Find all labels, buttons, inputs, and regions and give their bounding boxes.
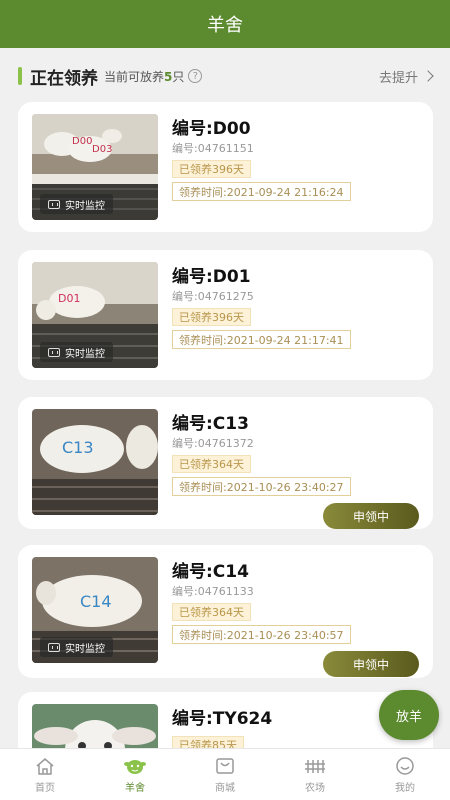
sheep-photo-image: C13 bbox=[32, 409, 158, 515]
sheep-code: 编号:04761275 bbox=[172, 290, 254, 303]
adopted-time: 领养时间:2021-10-26 23:40:27 bbox=[172, 477, 351, 496]
svg-text:D01: D01 bbox=[58, 292, 80, 305]
top-bar: 羊舍 bbox=[0, 0, 450, 48]
section-title: 正在领养 bbox=[30, 68, 98, 89]
question-circle-icon[interactable]: ? bbox=[188, 69, 203, 83]
camera-icon bbox=[48, 199, 60, 209]
sheep-code: 编号:04761372 bbox=[172, 437, 254, 450]
section-accent-bar bbox=[18, 67, 22, 85]
sheep-id: 编号:D01 bbox=[172, 267, 251, 287]
sheep-id: 编号:C14 bbox=[172, 562, 249, 582]
sheep-icon bbox=[124, 756, 146, 776]
tab-mine[interactable]: 我的 bbox=[360, 749, 450, 800]
sheep-code: 编号:04761133 bbox=[172, 585, 254, 598]
sheep-code: 编号:04761151 bbox=[172, 142, 254, 155]
page-title: 羊舍 bbox=[207, 15, 243, 36]
adopted-time: 领养时间:2021-10-26 23:40:57 bbox=[172, 625, 351, 644]
profile-icon bbox=[394, 756, 416, 776]
svg-text:D00: D00 bbox=[72, 136, 92, 147]
sheep-photo[interactable]: D00 D03 实时监控 bbox=[32, 114, 158, 220]
sheep-photo[interactable]: D01 实时监控 bbox=[32, 262, 158, 368]
camera-icon bbox=[48, 347, 60, 357]
chevron-right-icon bbox=[422, 70, 434, 82]
release-sheep-button[interactable]: 放羊 bbox=[379, 690, 439, 740]
live-monitor-button[interactable]: 实时监控 bbox=[40, 637, 113, 657]
live-monitor-button[interactable]: 实时监控 bbox=[40, 342, 113, 362]
adopted-time: 领养时间:2021-09-24 21:16:24 bbox=[172, 182, 351, 201]
capacity-hint: 当前可放养5只 bbox=[104, 69, 185, 84]
sheep-id: 编号:D00 bbox=[172, 119, 251, 139]
adopted-time: 领养时间:2021-09-24 21:17:41 bbox=[172, 330, 351, 349]
svg-text:C14: C14 bbox=[80, 592, 112, 611]
adopted-days-badge: 已领养364天 bbox=[172, 455, 251, 473]
sheep-card[interactable]: C13 编号:C13 编号:04761372 已领养364天 领养时间:2021… bbox=[18, 397, 433, 529]
tab-sheepfold[interactable]: 羊舍 bbox=[90, 749, 180, 800]
svg-text:D03: D03 bbox=[92, 144, 112, 155]
shop-icon bbox=[214, 756, 236, 776]
applying-button[interactable]: 申领中 bbox=[323, 503, 419, 529]
sheep-id: 编号:C13 bbox=[172, 414, 249, 434]
upgrade-link[interactable]: 去提升 bbox=[379, 67, 434, 86]
tab-farm[interactable]: 农场 bbox=[270, 749, 360, 800]
adopted-days-badge: 已领养396天 bbox=[172, 160, 251, 178]
adopting-header: 正在领养 当前可放养5只 ? 去提升 bbox=[0, 58, 450, 94]
sheep-id: 编号:TY624 bbox=[172, 709, 273, 729]
sheep-card[interactable]: D01 实时监控 编号:D01 编号:04761275 已领养396天 领养时间… bbox=[18, 250, 433, 380]
home-icon bbox=[34, 756, 56, 776]
sheep-photo[interactable]: C14 实时监控 bbox=[32, 557, 158, 663]
tab-home[interactable]: 首页 bbox=[0, 749, 90, 800]
live-monitor-button[interactable]: 实时监控 bbox=[40, 194, 113, 214]
farm-icon bbox=[304, 756, 326, 776]
svg-text:C13: C13 bbox=[62, 438, 94, 457]
applying-button[interactable]: 申领中 bbox=[323, 651, 419, 677]
adopted-days-badge: 已领养396天 bbox=[172, 308, 251, 326]
bottom-tab-bar: 首页 羊舍 商城 农场 我的 bbox=[0, 748, 450, 800]
adopted-days-badge: 已领养364天 bbox=[172, 603, 251, 621]
sheep-card[interactable]: D00 D03 实时监控 编号:D00 编号:04761151 已领养396天 … bbox=[18, 102, 433, 232]
camera-icon bbox=[48, 642, 60, 652]
sheep-card[interactable]: C14 实时监控 编号:C14 编号:04761133 已领养364天 领养时间… bbox=[18, 545, 433, 678]
tab-shop[interactable]: 商城 bbox=[180, 749, 270, 800]
sheep-photo[interactable]: C13 bbox=[32, 409, 158, 515]
